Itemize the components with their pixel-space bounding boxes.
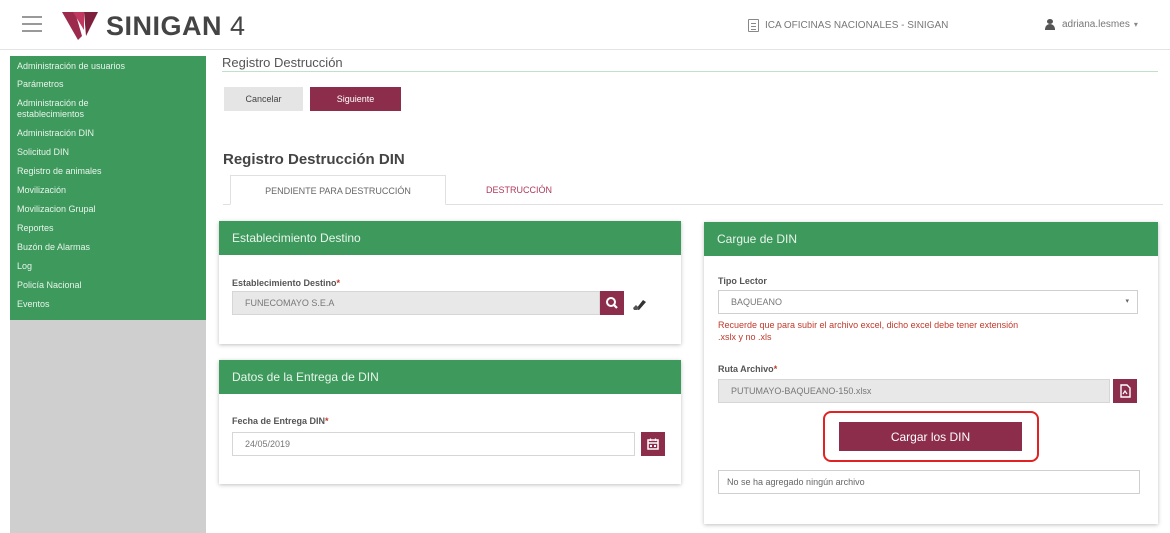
hamburger-menu-icon[interactable] [22,16,42,32]
required-mark: * [325,416,329,426]
establecimiento-panel-header: Establecimiento Destino [219,221,681,255]
chevron-down-icon: ▾ [1125,298,1129,305]
tab-destruccion[interactable]: DESTRUCCIÓN [460,175,578,205]
tipo-lector-value: BAQUEANO [731,297,783,307]
cargue-panel: Cargue de DIN Tipo Lector BAQUEANO ▾ Rec… [704,222,1158,524]
sidebar-item-establecimientos[interactable]: Administración de establecimientos [10,94,130,124]
calendar-icon [647,438,659,450]
sidebar-item-movilizacion[interactable]: Movilización [10,181,206,200]
sidebar-item-buzon-alarmas[interactable]: Buzón de Alarmas [10,238,206,257]
tipo-lector-label: Tipo Lector [718,276,767,286]
excel-warning-line1: Recuerde que para subir el archivo excel… [718,320,1019,330]
user-name: adriana.lesmes [1062,19,1130,30]
sidebar-item-usuarios[interactable]: Administración de usuarios [10,58,206,75]
entrega-panel-header: Datos de la Entrega de DIN [219,360,681,394]
sidebar-item-movilizacion-grupal[interactable]: Movilizacion Grupal [10,200,206,219]
fecha-label-text: Fecha de Entrega DIN [232,416,326,426]
sidebar-item-administracion-din[interactable]: Administración DIN [10,124,206,143]
brand-title: SINIGAN 4 [106,11,246,42]
sidebar-item-policia-nacional[interactable]: Policía Nacional [10,276,206,295]
establecimiento-field[interactable]: FUNECOMAYO S.E.A [232,291,600,315]
brand-version: 4 [230,11,246,41]
user-icon [1045,19,1055,30]
ruta-archivo-label: Ruta Archivo* [718,364,777,374]
excel-warning: Recuerde que para subir el archivo excel… [718,319,1148,343]
file-icon [1120,384,1131,398]
office-name: ICA OFICINAS NACIONALES - SINIGAN [765,20,949,31]
sidebar-item-solicitud-din[interactable]: Solicitud DIN [10,143,206,162]
sidebar-item-parametros[interactable]: Parámetros [10,75,206,94]
establecimiento-panel: Establecimiento Destino Establecimiento … [219,221,681,344]
document-icon [748,19,759,32]
sidebar-item-reportes[interactable]: Reportes [10,219,206,238]
chevron-down-icon: ▾ [1133,20,1138,29]
office-selector[interactable]: ICA OFICINAS NACIONALES - SINIGAN [748,19,948,32]
cargar-din-button[interactable]: Cargar los DIN [839,422,1022,451]
next-button[interactable]: Siguiente [310,87,401,111]
required-mark: * [773,364,778,374]
sidebar-item-registro-animales[interactable]: Registro de animales [10,162,206,181]
sinigan-logo [62,12,98,40]
ruta-archivo-field[interactable]: PUTUMAYO-BAQUEANO-150.xlsx [718,379,1110,403]
cargue-panel-header: Cargue de DIN [704,222,1158,256]
main-content: Registro Destrucción Cancelar Siguiente … [206,50,1170,533]
eraser-icon[interactable] [631,297,647,311]
entrega-panel: Datos de la Entrega de DIN Fecha de Entr… [219,360,681,484]
sidebar: Administración de usuarios Parámetros Ad… [10,56,206,533]
file-upload-button[interactable] [1113,379,1137,403]
tab-bar: PENDIENTE PARA DESTRUCCIÓN DESTRUCCIÓN [223,175,1163,205]
sidebar-menu: Administración de usuarios Parámetros Ad… [10,56,206,320]
ruta-archivo-label-text: Ruta Archivo [718,364,774,374]
search-button[interactable] [600,291,624,315]
establecimiento-label: Establecimiento Destino* [232,278,340,288]
section-title: Registro Destrucción DIN [223,151,405,168]
tipo-lector-select[interactable]: BAQUEANO ▾ [718,290,1138,314]
cancel-button[interactable]: Cancelar [224,87,303,111]
fecha-label: Fecha de Entrega DIN* [232,416,329,426]
excel-warning-line2: .xslx y no .xls [718,332,772,342]
sidebar-item-eventos[interactable]: Eventos [10,295,206,314]
fecha-entrega-field[interactable]: 24/05/2019 [232,432,635,456]
search-icon [606,297,618,309]
calendar-button[interactable] [641,432,665,456]
top-bar: SINIGAN 4 ICA OFICINAS NACIONALES - SINIG… [0,0,1170,50]
file-status: No se ha agregado ningún archivo [718,470,1140,494]
page-title: Registro Destrucción [222,55,343,70]
user-menu[interactable]: adriana.lesmes ▾ [1045,19,1138,30]
title-divider [222,71,1158,72]
brand-name: SINIGAN [106,11,223,41]
sidebar-item-log[interactable]: Log [10,257,206,276]
tab-pendiente-destruccion[interactable]: PENDIENTE PARA DESTRUCCIÓN [230,175,446,205]
establecimiento-label-text: Establecimiento Destino [232,278,337,288]
required-mark: * [336,278,341,288]
